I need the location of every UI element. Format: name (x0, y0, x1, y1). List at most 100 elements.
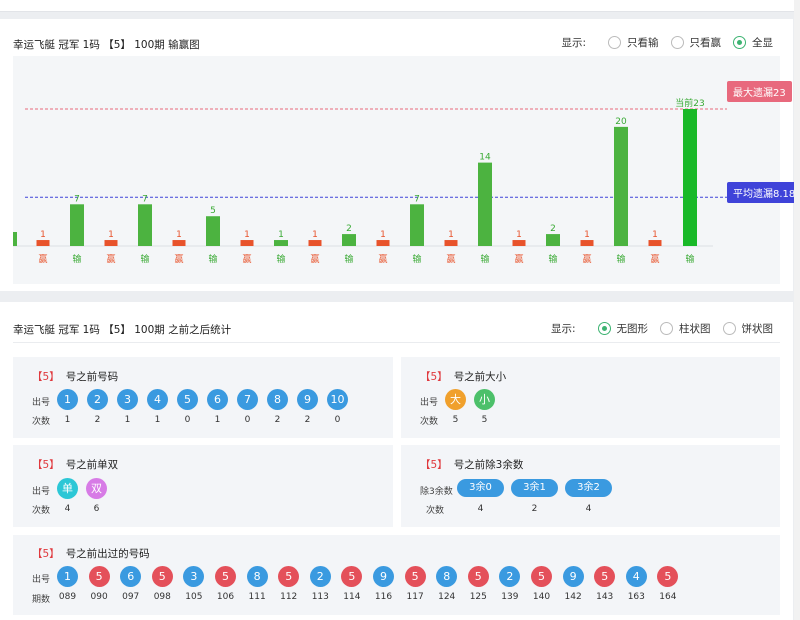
radio-circle-icon[interactable] (660, 322, 673, 335)
category-label: 输 (276, 253, 285, 265)
radio-only-lose[interactable]: 只看输 (608, 35, 659, 50)
period-value: 097 (122, 592, 140, 602)
row-label: 期数 (32, 595, 51, 605)
period-value: 113 (311, 592, 329, 602)
win-loss-chart: 1 赢 7 输 1 赢 7 输 1 赢 5 输 1 赢 1 输 1 赢 2 输 1 赢 7 输 1 赢 14 输 1 赢 2 输 1 赢 20 输 1 赢… (13, 56, 800, 284)
number-ball: 2 (87, 389, 108, 410)
pill-mod2: 3余2 (565, 479, 612, 497)
win-bar (172, 240, 186, 246)
number-ball: 8 (267, 389, 288, 410)
count-value: 4 (477, 504, 484, 514)
lose-bar (342, 234, 356, 246)
count-value: 1 (154, 415, 161, 425)
radio-circle-icon[interactable] (722, 322, 736, 335)
period-value: 114 (343, 592, 361, 602)
bar-value-label: 1 (380, 230, 386, 240)
bar-value-label: 1 (176, 230, 182, 240)
radio-label: 无图形 (616, 323, 649, 335)
win-bar (240, 240, 254, 246)
win-loss-title: 幸运飞艇 冠军 1码 【5】 100期 输赢图 (13, 39, 200, 51)
pill-mod1: 3余1 (511, 479, 558, 497)
history-ball: 5 (404, 566, 426, 587)
bar-value-label: 1 (584, 230, 590, 240)
history-ball: 5 (467, 566, 489, 587)
ball-big: 大 (445, 389, 466, 410)
count-value: 6 (93, 504, 100, 514)
number-ball: 6 (207, 389, 228, 410)
count-value: 2 (531, 504, 538, 514)
radio-label: 饼状图 (741, 323, 774, 335)
max-miss-tag: 最大遗漏23 (727, 81, 792, 102)
number-bracket: 【5】 (420, 371, 448, 383)
number-bracket: 【5】 (32, 459, 60, 471)
bar-value-label: 5 (210, 206, 216, 216)
radio-circle-icon[interactable] (670, 36, 684, 49)
history-ball: 3 (183, 566, 205, 587)
bar-value-label: 7 (74, 194, 80, 204)
ball-even: 双 (86, 478, 107, 499)
period-value: 125 (469, 592, 487, 602)
count-value: 2 (94, 415, 101, 425)
bar-value-label: 1 (40, 230, 46, 240)
bar-value-label: 2 (550, 224, 556, 234)
history-ball: 5 (594, 566, 616, 587)
chart-svg: 1 赢 7 输 1 赢 7 输 1 赢 5 输 1 赢 1 输 1 赢 2 输 1 赢 7 输 1 赢 14 输 1 赢 2 输 1 赢 20 输 1 赢… (13, 97, 727, 265)
win-loss-panel: 幸运飞艇 冠军 1码 【5】 100期 输赢图 显示: 只看输 只看赢 全显 1… (0, 19, 800, 291)
card-title: 【5】 号之前出过的号码 (32, 546, 150, 561)
radio-circle-icon[interactable] (733, 36, 746, 49)
row-label: 次数 (32, 506, 51, 516)
history-ball: 8 (246, 566, 268, 587)
bar-value-label: 7 (142, 194, 148, 204)
radio-only-win[interactable]: 只看赢 (670, 35, 721, 50)
history-ball: 5 (215, 566, 236, 587)
ball-small: 小 (474, 389, 495, 410)
radio-no-graph[interactable]: 无图形 (597, 321, 649, 336)
lose-bar (274, 240, 288, 246)
number-ball: 10 (327, 389, 348, 410)
number-ball: 3 (117, 389, 138, 410)
period-value: 111 (248, 592, 266, 602)
period-value: 163 (627, 592, 645, 602)
ball-odd: 单 (57, 478, 78, 499)
row-label: 次数 (426, 506, 445, 516)
category-label: 输 (208, 253, 217, 265)
number-bracket: 【5】 (32, 548, 60, 560)
radio-pie-graph[interactable]: 饼状图 (722, 321, 774, 336)
bar-value-label: 1 (278, 230, 284, 240)
category-label: 赢 (242, 253, 251, 265)
category-label: 输 (480, 253, 489, 265)
number-ball: 4 (147, 389, 168, 410)
history-ball: 5 (657, 566, 679, 587)
count-value: 1 (214, 415, 221, 425)
radio-circle-icon[interactable] (608, 36, 621, 49)
category-label: 赢 (310, 253, 319, 265)
category-label: 赢 (38, 253, 47, 265)
card-title-text: 号之前号码 (65, 371, 119, 383)
radio-show-all[interactable]: 全显 (733, 35, 773, 50)
history-ball: 2 (499, 566, 521, 587)
period-value: 090 (90, 592, 108, 602)
radio-label: 柱状图 (679, 323, 711, 335)
count-value: 0 (244, 415, 251, 425)
period-value: 106 (216, 592, 235, 602)
period-value: 098 (153, 592, 171, 602)
number-bracket: 【5】 (420, 459, 448, 471)
win-bar (36, 240, 50, 246)
stats-title: 幸运飞艇 冠军 1码 【5】 100期 之前之后统计 (13, 324, 232, 336)
period-value: 140 (532, 592, 551, 602)
win-bar (648, 240, 662, 246)
history-ball: 5 (341, 566, 363, 587)
pill-mod0: 3余0 (457, 479, 504, 497)
history-ball: 5 (278, 566, 300, 587)
scrollbar[interactable] (794, 0, 800, 620)
bar-value-label: 1 (312, 230, 318, 240)
category-label: 赢 (174, 253, 183, 265)
category-label: 赢 (106, 253, 115, 265)
period-value: 116 (374, 592, 393, 602)
card-before-size: 【5】 号之前大小 出号 次数 大 小 5 5 (401, 357, 780, 438)
stats-display-options: 显示: 无图形 柱状图 饼状图 (551, 321, 773, 336)
lose-bar (614, 126, 628, 246)
radio-circle-icon[interactable] (597, 322, 611, 335)
radio-bar-graph[interactable]: 柱状图 (660, 321, 711, 336)
row-label: 出号 (32, 487, 51, 497)
